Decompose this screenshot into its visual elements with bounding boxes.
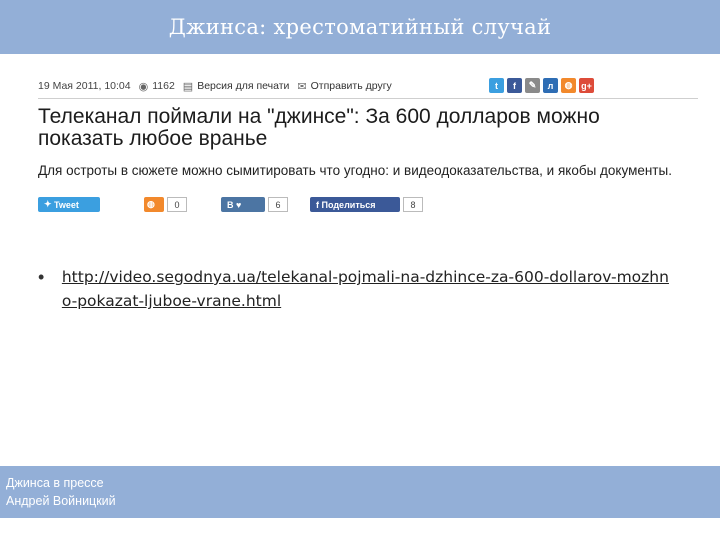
article-headline: Телеканал поймали на "джинсе": За 600 до… — [38, 105, 600, 150]
odnoklassniki-icon[interactable]: ◍ — [561, 78, 576, 93]
odnoklassniki-icon: ◍ — [147, 199, 155, 209]
print-version-link[interactable]: Версия для печати — [197, 80, 289, 92]
bullet-icon: • — [38, 267, 45, 287]
list-item: • http://video.segodnya.ua/telekanal-poj… — [38, 265, 678, 313]
vk-icon: В ♥ — [227, 199, 242, 210]
article-screenshot: 19 Мая 2011, 10:04 ◉ 1162 ▤ Версия для п… — [30, 72, 702, 222]
article-lead: Для остроты в сюжете можно сымитировать … — [38, 163, 672, 178]
article-date: 19 Мая 2011, 10:04 — [38, 80, 131, 92]
tweet-label: Tweet — [54, 199, 79, 210]
facebook-share-label: Поделиться — [321, 199, 376, 210]
footer-topic: Джинса в прессе — [6, 476, 104, 490]
gplus-icon[interactable]: g+ — [579, 78, 594, 93]
tweet-button[interactable]: ✦ Tweet — [38, 197, 100, 212]
meta-divider — [38, 98, 698, 99]
ok-share-count: 0 — [167, 197, 187, 212]
article-meta: 19 Мая 2011, 10:04 ◉ 1162 ▤ Версия для п… — [38, 77, 698, 99]
slide-title-bar: Джинса: хрестоматийный случай — [0, 0, 720, 54]
eye-icon: ◉ — [138, 80, 149, 93]
slide-title: Джинса: хрестоматийный случай — [168, 15, 552, 39]
livejournal-icon[interactable]: ✎ — [525, 78, 540, 93]
twitter-icon[interactable]: t — [489, 78, 504, 93]
slide-footer: Джинса в прессе Андрей Войницкий — [0, 466, 720, 518]
social-icons: t f ✎ л ◍ g+ — [489, 78, 594, 93]
facebook-icon[interactable]: f — [507, 78, 522, 93]
vk-share-button[interactable]: В ♥ — [221, 197, 265, 212]
envelope-icon[interactable]: ✉ — [297, 80, 306, 93]
view-count: 1162 — [152, 80, 175, 92]
send-to-friend-link[interactable]: Отправить другу — [311, 80, 392, 92]
printer-icon[interactable]: ▤ — [183, 80, 193, 93]
share-buttons: ✦ Tweet ◍ 0 В ♥ 6 f Поделиться 8 — [38, 196, 423, 213]
mailru-icon[interactable]: л — [543, 78, 558, 93]
footer-author: Андрей Войницкий — [6, 494, 116, 508]
facebook-share-count: 8 — [403, 197, 423, 212]
page-number: 7 — [701, 509, 706, 518]
vk-share-count: 6 — [268, 197, 288, 212]
facebook-share-button[interactable]: f Поделиться — [310, 197, 400, 212]
odnoklassniki-share-button[interactable]: ◍ — [144, 197, 164, 212]
article-link[interactable]: http://video.segodnya.ua/telekanal-pojma… — [62, 265, 678, 313]
bird-icon: ✦ — [44, 199, 55, 209]
